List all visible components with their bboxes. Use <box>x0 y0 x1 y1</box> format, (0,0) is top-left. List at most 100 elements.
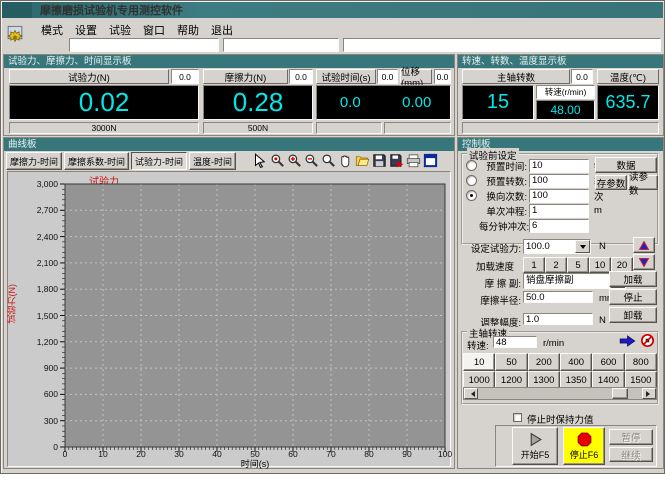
stop-run-button[interactable]: 停止F6 <box>563 427 605 465</box>
spindle-start-icon[interactable] <box>619 334 637 348</box>
spindle-speed-button-200[interactable]: 200 <box>528 353 560 371</box>
revolutions-peak: 0.0 <box>571 69 593 84</box>
spindle-scrollbar[interactable] <box>463 387 657 400</box>
resume-button[interactable]: 继续 <box>609 447 653 462</box>
stop-button[interactable]: 停止 <box>609 289 657 305</box>
set-force-value: 100.0 <box>524 240 575 253</box>
curve-tab-2[interactable]: 摩擦系数-时间 <box>64 152 129 170</box>
displacement-value: 0.00 <box>384 94 451 111</box>
pretest-row-2: 预置转数:100转 <box>466 173 614 188</box>
spindle-speed-input[interactable]: 48 <box>493 336 537 348</box>
pan-hand-icon[interactable] <box>338 153 353 168</box>
force-up-button[interactable] <box>633 237 655 253</box>
scrollbar-track[interactable] <box>478 388 642 399</box>
load-speed-button-10[interactable]: 10 <box>589 257 611 273</box>
pretest-rows: 预置时间:10s预置转数:100转换向次数:100次单次冲程:1m每分钟冲次:6 <box>466 158 614 233</box>
down-arrow-icon <box>639 258 649 267</box>
x-tick-label: 90 <box>395 449 419 459</box>
save-params-button[interactable]: 存参数 <box>595 175 627 190</box>
test-force-peak: 0.0 <box>171 69 199 84</box>
load-speed-button-1[interactable]: 1 <box>523 257 545 273</box>
set-force-combo[interactable]: 100.0 <box>523 239 591 254</box>
x-tick-label: 60 <box>281 449 305 459</box>
pretest-radio-3[interactable] <box>466 190 477 201</box>
menu-item-5[interactable]: 帮助 <box>171 20 205 40</box>
load-speed-button-2[interactable]: 2 <box>545 257 567 273</box>
adjust-range-input[interactable]: 1.0 <box>523 313 593 325</box>
friction-radius-label: 摩擦半径: <box>461 293 521 307</box>
app-icon[interactable] <box>4 22 26 50</box>
spindle-speed-button-800[interactable]: 800 <box>625 353 657 371</box>
temperature-label: 温度(℃) <box>597 69 659 84</box>
friction-force-peak: 0.0 <box>289 69 313 84</box>
start-button[interactable]: 开始F5 <box>512 427 558 465</box>
zoom-in-icon[interactable] <box>287 153 302 168</box>
pretest-input-3[interactable]: 100 <box>529 189 589 203</box>
pretest-input-1[interactable]: 10 <box>529 159 589 173</box>
chart-plot[interactable] <box>65 184 445 447</box>
speed-panel-header: 转速、转数、温度显示板 <box>458 55 663 68</box>
y-tick-label: 1,500 <box>28 311 58 321</box>
cursor-icon[interactable] <box>253 153 268 168</box>
menu-bar: 模式设置试验窗口帮助退出 <box>35 20 239 40</box>
curve-tab-3[interactable]: 试验力-时间 <box>131 152 187 170</box>
load-speed-button-5[interactable]: 5 <box>567 257 589 273</box>
menu-item-2[interactable]: 设置 <box>69 20 103 40</box>
pretest-radio-2[interactable] <box>466 175 477 186</box>
spindle-speed-button-50[interactable]: 50 <box>495 353 527 371</box>
pretest-input-2[interactable]: 100 <box>529 174 589 188</box>
y-tick-label: 2,100 <box>28 258 58 268</box>
spindle-stop-icon[interactable] <box>640 333 656 348</box>
spindle-speed-button-600[interactable]: 600 <box>592 353 624 371</box>
stop-run-button-label: 停止F6 <box>570 448 599 461</box>
pretest-radio-1[interactable] <box>466 160 477 171</box>
hold-force-checkbox[interactable] <box>513 413 522 422</box>
save-icon[interactable] <box>372 153 387 168</box>
title-bar[interactable]: 摩擦磨损试验机专用测控软件 <box>2 2 663 18</box>
chart-toolbar <box>253 153 438 168</box>
zoom-out-icon[interactable] <box>304 153 319 168</box>
zoom-box-icon[interactable] <box>321 153 336 168</box>
open-folder-icon[interactable] <box>355 153 370 168</box>
test-force-display: 0.02 <box>9 85 199 120</box>
load-button[interactable]: 加载 <box>609 271 657 287</box>
pretest-input-5[interactable]: 6 <box>529 219 589 233</box>
pretest-row-5: 每分钟冲次:6 <box>466 218 614 233</box>
scrollbar-right-icon[interactable] <box>642 388 656 399</box>
menu-item-1[interactable]: 模式 <box>35 20 69 40</box>
test-time-peak: 0.0 <box>377 69 398 84</box>
spindle-speed-button-400[interactable]: 400 <box>560 353 592 371</box>
curve-tab-bar: 摩擦力-时间摩擦系数-时间试验力-时间温度-时间 <box>6 152 236 170</box>
spindle-speed-button-10[interactable]: 10 <box>463 353 495 371</box>
set-force-dropdown-icon[interactable] <box>575 240 590 253</box>
y-tick-label: 2,700 <box>28 205 58 215</box>
curve-tab-4[interactable]: 温度-时间 <box>189 152 236 170</box>
pretest-label-4: 单次冲程: <box>479 204 527 218</box>
menu-item-6[interactable]: 退出 <box>205 20 239 40</box>
window-icon[interactable] <box>423 153 438 168</box>
export-icon[interactable] <box>389 153 404 168</box>
zoom-full-icon[interactable] <box>270 153 285 168</box>
friction-radius-input[interactable]: 50.0 <box>523 291 593 303</box>
window-title: 摩擦磨损试验机专用测控软件 <box>40 2 183 18</box>
pretest-input-4[interactable]: 1 <box>529 204 589 218</box>
scrollbar-thumb[interactable] <box>612 388 628 399</box>
print-icon[interactable] <box>406 153 421 168</box>
time-displacement-display: 0.0 0.00 <box>316 85 451 120</box>
scrollbar-left-icon[interactable] <box>464 388 478 399</box>
spindle-speed-unit: r/min <box>543 338 564 349</box>
pause-button[interactable]: 暂停 <box>609 429 653 445</box>
adjust-range-unit: N <box>599 315 606 326</box>
start-button-label: 开始F5 <box>521 448 550 461</box>
menu-item-4[interactable]: 窗口 <box>137 20 171 40</box>
time-range-box <box>316 122 382 134</box>
menu-item-3[interactable]: 试验 <box>103 20 137 40</box>
temperature-display: 635.7 <box>597 85 659 120</box>
displacement-label: 位移(mm) <box>400 69 432 84</box>
force-down-button[interactable] <box>633 254 655 270</box>
curve-tab-1[interactable]: 摩擦力-时间 <box>6 152 62 170</box>
pretest-label-1: 预置时间: <box>479 159 527 173</box>
unload-button[interactable]: 卸载 <box>609 307 657 323</box>
read-params-button[interactable]: 读参数 <box>628 175 658 190</box>
x-tick-label: 10 <box>91 449 115 459</box>
